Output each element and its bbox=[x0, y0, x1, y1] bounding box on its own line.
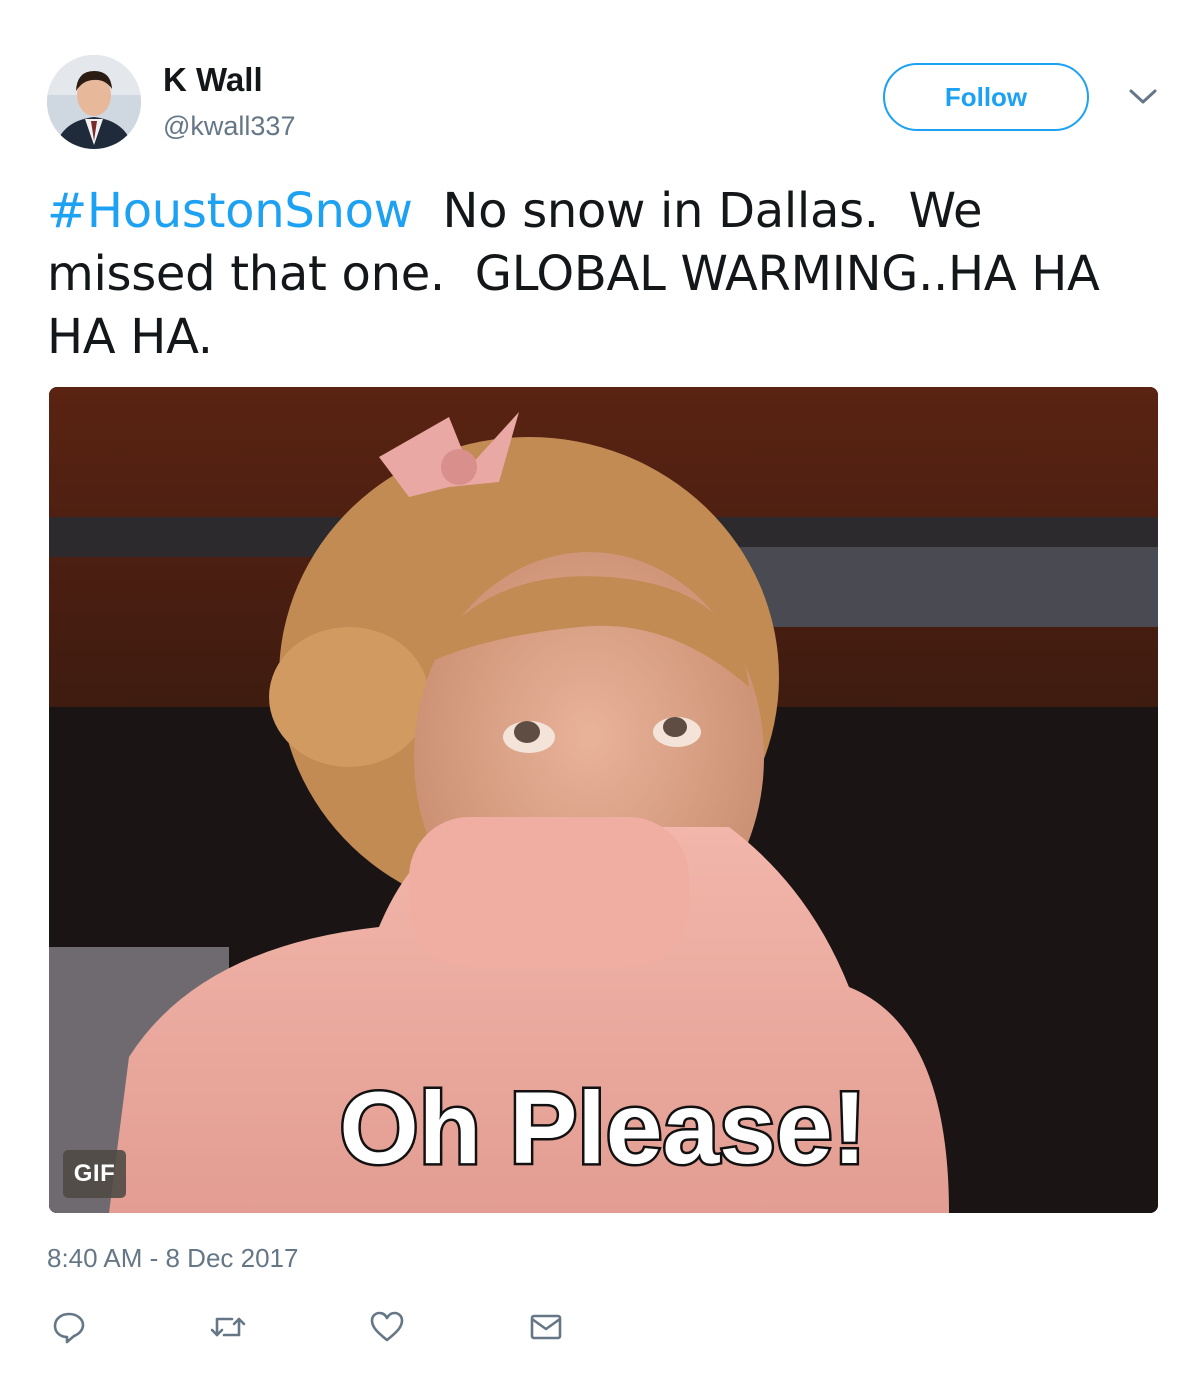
tweet-text-line3: HA HA. bbox=[47, 309, 213, 365]
avatar-image bbox=[47, 55, 141, 149]
heart-icon[interactable] bbox=[365, 1305, 409, 1349]
retweet-icon[interactable] bbox=[206, 1305, 250, 1349]
reply-icon[interactable] bbox=[47, 1305, 91, 1349]
hashtag-link[interactable]: #HoustonSnow bbox=[47, 183, 413, 239]
gif-caption: Oh Please! bbox=[337, 1075, 869, 1185]
follow-button[interactable]: Follow bbox=[883, 63, 1089, 131]
display-name[interactable]: K Wall bbox=[163, 61, 295, 99]
user-names: K Wall @kwall337 bbox=[163, 61, 295, 143]
tweet-text: #HoustonSnow No snow in Dallas. We missed… bbox=[47, 180, 1157, 369]
tweet-text-line1: No snow in Dallas. We bbox=[412, 183, 983, 239]
tweet-header: K Wall @kwall337 Follow bbox=[47, 55, 1167, 155]
user-handle[interactable]: @kwall337 bbox=[163, 109, 295, 143]
tweet-timestamp[interactable]: 8:40 AM - 8 Dec 2017 bbox=[47, 1242, 298, 1274]
chevron-down-icon[interactable] bbox=[1127, 85, 1159, 109]
gif-badge: GIF bbox=[63, 1150, 126, 1198]
envelope-icon[interactable] bbox=[524, 1305, 568, 1349]
svg-text:Oh Please!: Oh Please! bbox=[339, 1075, 866, 1185]
avatar[interactable] bbox=[47, 55, 141, 149]
gif-media[interactable]: Oh Please! bbox=[49, 387, 1158, 1213]
gif-caption-wrap: Oh Please! bbox=[49, 1075, 1158, 1185]
tweet-text-line2: missed that one. GLOBAL WARMING..HA HA bbox=[47, 246, 1100, 302]
tweet-actions bbox=[47, 1305, 647, 1355]
